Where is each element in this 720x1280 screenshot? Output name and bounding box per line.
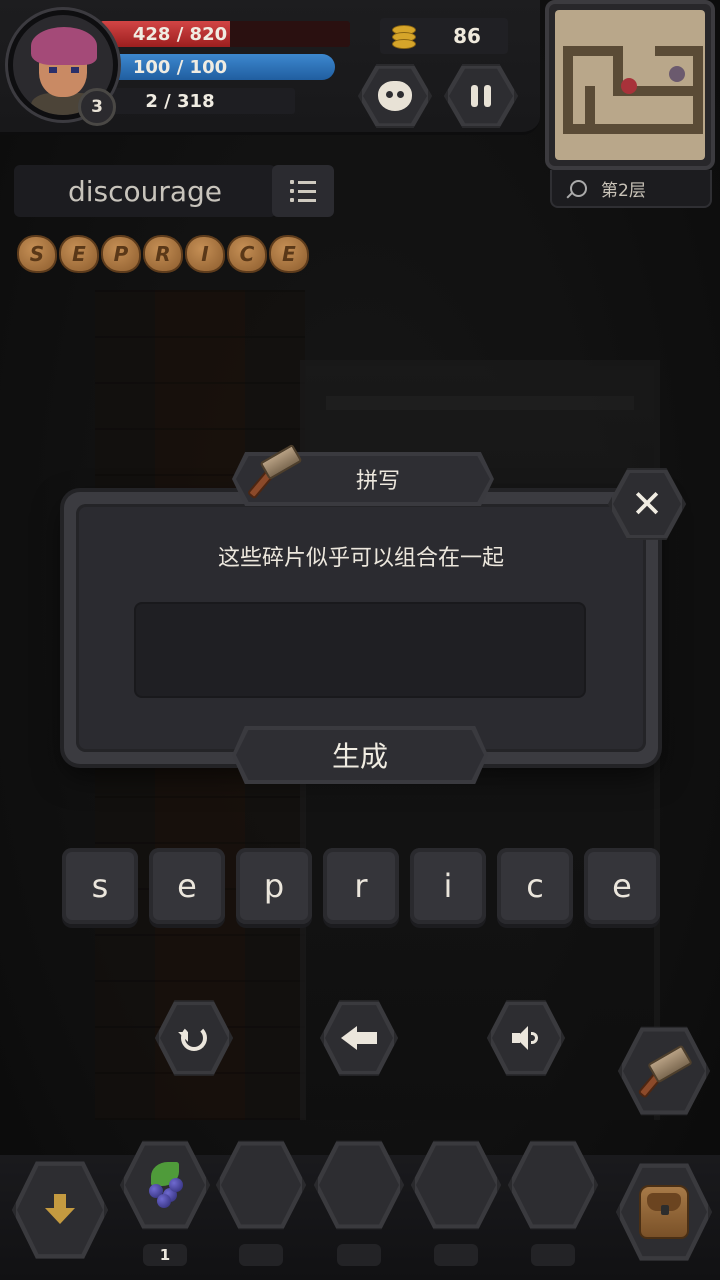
floor-indicator[interactable]: 第2层 bbox=[550, 170, 712, 208]
letter-tile[interactable]: p bbox=[236, 848, 312, 924]
slot-frame bbox=[314, 1140, 404, 1230]
hp-text: 428 / 820 bbox=[132, 23, 228, 45]
slot-count bbox=[337, 1244, 381, 1266]
letter-tile[interactable]: i bbox=[410, 848, 486, 924]
player-marker-icon bbox=[621, 78, 637, 94]
mp-text: 100 / 100 bbox=[132, 56, 228, 78]
slot-frame bbox=[120, 1140, 210, 1230]
mp-bar: 100 / 100 bbox=[100, 54, 335, 80]
letter-tile[interactable]: r bbox=[323, 848, 399, 924]
hammer-icon bbox=[246, 443, 304, 500]
generate-button[interactable]: 生成 bbox=[232, 726, 488, 784]
slot-count bbox=[434, 1244, 478, 1266]
avatar-eye bbox=[49, 67, 57, 73]
inventory-slot[interactable] bbox=[216, 1138, 306, 1232]
pause-icon bbox=[471, 85, 491, 107]
reset-icon bbox=[181, 1025, 207, 1051]
letter-tile[interactable]: s bbox=[62, 848, 138, 924]
level-badge: 3 bbox=[78, 88, 116, 126]
inventory-slot[interactable] bbox=[411, 1138, 501, 1232]
slot-frame bbox=[216, 1140, 306, 1230]
spelling-dialog: 这些碎片似乎可以组合在一起 bbox=[64, 492, 658, 764]
letter-tile[interactable]: c bbox=[497, 848, 573, 924]
inventory-slot[interactable] bbox=[508, 1138, 598, 1232]
slot-frame bbox=[411, 1140, 501, 1230]
fragment-stone: P bbox=[101, 235, 141, 273]
avatar-eye bbox=[71, 67, 79, 73]
arrow-left-icon bbox=[341, 1026, 377, 1050]
xp-bar: 2 / 318 bbox=[100, 88, 295, 114]
fragment-stone: I bbox=[185, 235, 225, 273]
word-list-button[interactable] bbox=[272, 165, 334, 217]
letter-fragments: S E P R I C E bbox=[17, 235, 309, 273]
slot-count bbox=[531, 1244, 575, 1266]
fragment-stone: E bbox=[269, 235, 309, 273]
slot-count: 1 bbox=[143, 1244, 187, 1266]
search-icon bbox=[570, 179, 587, 197]
fragment-stone: C bbox=[227, 235, 267, 273]
letter-tile[interactable]: e bbox=[584, 848, 660, 924]
xp-text: 2 / 318 bbox=[145, 90, 215, 112]
inventory-slot[interactable] bbox=[120, 1138, 210, 1232]
letter-tiles: s e p r i c e bbox=[62, 848, 660, 924]
target-word: discourage bbox=[14, 165, 276, 217]
slot-count bbox=[239, 1244, 283, 1266]
minimap[interactable] bbox=[545, 0, 715, 170]
hp-bar: 428 / 820 bbox=[100, 21, 350, 47]
backpack-icon bbox=[639, 1185, 689, 1239]
spelling-input[interactable] bbox=[134, 602, 586, 698]
floor-label: 第2层 bbox=[601, 180, 646, 201]
close-icon: ✕ bbox=[631, 482, 663, 526]
fragment-stone: S bbox=[17, 235, 57, 273]
coin-icon bbox=[392, 23, 418, 49]
coin-counter: 86 bbox=[380, 18, 508, 54]
fragment-stone: R bbox=[143, 235, 183, 273]
list-icon bbox=[290, 180, 316, 184]
slot-frame bbox=[508, 1140, 598, 1230]
hammer-icon bbox=[636, 1043, 693, 1099]
letter-tile[interactable]: e bbox=[149, 848, 225, 924]
dialog-title: 拼写 bbox=[355, 469, 400, 494]
generate-label: 生成 bbox=[331, 740, 388, 773]
enemy-marker-icon bbox=[669, 66, 685, 82]
speaker-icon bbox=[512, 1026, 540, 1050]
inventory-slot[interactable] bbox=[314, 1138, 404, 1232]
dialog-message: 这些碎片似乎可以组合在一起 bbox=[217, 546, 504, 571]
coin-value: 86 bbox=[453, 24, 481, 48]
arrow-down-icon bbox=[45, 1194, 75, 1226]
berry-icon bbox=[143, 1162, 187, 1208]
avatar-hair bbox=[31, 27, 97, 65]
pet-icon bbox=[378, 81, 412, 111]
fragment-stone: E bbox=[59, 235, 99, 273]
minimap-view bbox=[555, 10, 705, 160]
